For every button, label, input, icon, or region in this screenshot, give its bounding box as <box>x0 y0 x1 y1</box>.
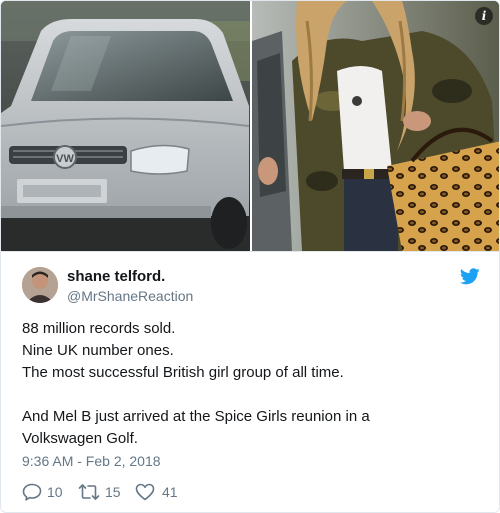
tweet-text-line: Volkswagen Golf. <box>22 430 138 447</box>
retweet-count: 15 <box>105 484 121 500</box>
retweet-icon <box>78 484 100 500</box>
tweet-text: 88 million records sold. Nine UK number … <box>22 318 482 450</box>
like-count: 41 <box>162 484 178 500</box>
info-icon[interactable]: i <box>475 7 493 25</box>
tweet-text-line: The most successful British girl group o… <box>22 364 344 381</box>
reply-icon <box>22 483 42 501</box>
reply-button[interactable]: 10 <box>22 481 68 503</box>
tweet-card[interactable]: VW i shane telford. @MrShaneReaction 88 … <box>0 0 500 513</box>
author-name[interactable]: shane telford. <box>67 267 165 286</box>
car-photo[interactable]: VW <box>1 1 250 251</box>
arrival-photo[interactable] <box>252 1 499 251</box>
car-illustration: VW <box>1 1 250 251</box>
tweet-timestamp[interactable]: 9:36 AM - Feb 2, 2018 <box>22 452 161 470</box>
author-handle[interactable]: @MrShaneReaction <box>67 287 193 305</box>
twitter-bird-icon[interactable] <box>460 268 480 285</box>
tweet-body: shane telford. @MrShaneReaction 88 milli… <box>1 251 499 512</box>
retweet-button[interactable]: 15 <box>78 481 128 503</box>
avatar[interactable] <box>22 267 58 303</box>
like-button[interactable]: 41 <box>135 481 185 503</box>
reply-count: 10 <box>47 484 63 500</box>
arrival-illustration <box>252 1 499 251</box>
svg-text:VW: VW <box>56 153 74 165</box>
tweet-text-line: 88 million records sold. <box>22 320 176 337</box>
avatar-image <box>22 267 58 303</box>
tweet-text-line: Nine UK number ones. <box>22 342 174 359</box>
heart-icon <box>135 483 155 501</box>
tweet-text-line: And Mel B just arrived at the Spice Girl… <box>22 408 370 425</box>
tweet-media[interactable]: VW i <box>1 1 499 251</box>
